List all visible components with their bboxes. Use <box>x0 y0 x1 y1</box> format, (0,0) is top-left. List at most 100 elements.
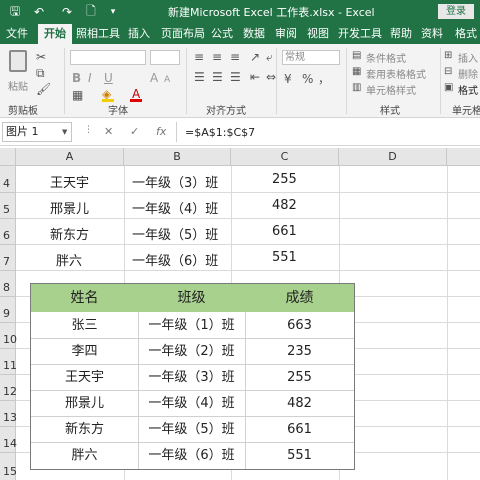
cell-class[interactable]: 一年级（5）班 <box>132 224 218 243</box>
enter-icon[interactable]: ✓ <box>130 125 139 138</box>
row-number: 9 <box>3 307 10 320</box>
increase-font-icon[interactable]: A <box>150 71 158 85</box>
tab-picture-tools[interactable]: 照相工具 <box>76 24 120 44</box>
underline-button[interactable]: U <box>104 71 113 85</box>
cell-name[interactable]: 王天宇 <box>50 172 89 191</box>
paste-label: 粘贴 <box>8 82 28 93</box>
cell-name[interactable]: 新东方 <box>50 224 89 243</box>
bold-button[interactable]: B <box>72 71 81 85</box>
picture-cell-name: 邢景儿 <box>64 396 104 411</box>
conditional-format-button[interactable]: 条件格式 <box>366 50 406 65</box>
cut-icon[interactable]: ✂ <box>36 50 46 64</box>
tab-review[interactable]: 审阅 <box>272 24 300 44</box>
picture-header-name: 姓名 <box>70 290 99 306</box>
select-all-corner[interactable] <box>0 148 16 166</box>
delete-cells-button[interactable]: 删除 <box>458 66 478 81</box>
decrease-indent-icon[interactable]: ⇤ <box>250 70 260 84</box>
row-header[interactable]: 15 <box>0 453 17 480</box>
cell-name[interactable]: 胖六 <box>56 250 82 269</box>
column-header-d[interactable]: D <box>339 148 447 166</box>
row-header[interactable]: 9 <box>0 297 16 323</box>
copy-icon[interactable]: ⧉ <box>36 66 45 80</box>
align-left-icon[interactable]: ☰ <box>194 70 205 84</box>
row-header[interactable]: 4 <box>0 166 16 193</box>
row-header[interactable]: 7 <box>0 245 16 271</box>
cell-name[interactable]: 邢景儿 <box>50 198 89 217</box>
insert-cells-button[interactable]: 插入 <box>458 50 478 65</box>
currency-icon[interactable]: ¥ <box>284 72 292 86</box>
save-icon[interactable]: 🖫 <box>6 3 24 21</box>
italic-button[interactable]: I <box>88 71 92 85</box>
name-box-dropdown-icon[interactable]: ▼ <box>62 128 67 136</box>
row-header[interactable]: 12 <box>0 375 17 401</box>
tab-developer[interactable]: 开发工具 <box>336 24 384 44</box>
format-as-table-button[interactable]: 套用表格格式 <box>366 66 426 81</box>
paste-button[interactable]: 粘贴 <box>6 48 32 96</box>
font-size-select[interactable] <box>150 50 180 65</box>
column-header-a[interactable]: A <box>16 148 124 166</box>
orientation-icon[interactable]: ↗ <box>250 50 260 64</box>
gridline <box>16 244 480 245</box>
wrap-text-icon[interactable]: ⤶ <box>266 50 273 64</box>
number-format-select[interactable]: 常规 <box>282 50 340 65</box>
row-header[interactable]: 6 <box>0 219 16 245</box>
tab-page-layout[interactable]: 页面布局 <box>160 24 206 44</box>
tab-formulas[interactable]: 公式 <box>208 24 236 44</box>
cell-class[interactable]: 一年级（6）班 <box>132 250 218 269</box>
border-icon[interactable]: ▦ <box>72 88 83 102</box>
align-middle-icon[interactable]: ≡ <box>212 50 222 64</box>
align-top-icon[interactable]: ≡ <box>194 50 204 64</box>
format-painter-icon[interactable]: 🖌 <box>36 82 51 96</box>
column-header-e[interactable] <box>447 148 480 166</box>
picture-cell-score: 235 <box>287 344 312 359</box>
tab-file[interactable]: 文件 <box>2 24 32 44</box>
row-header[interactable]: 14 <box>0 427 17 453</box>
percent-icon[interactable]: % <box>302 72 313 86</box>
tab-insert[interactable]: 插入 <box>124 24 154 44</box>
merge-center-icon[interactable]: ⇔ <box>266 70 276 84</box>
align-right-icon[interactable]: ☰ <box>230 70 241 84</box>
tab-view[interactable]: 视图 <box>304 24 332 44</box>
tab-help[interactable]: 帮助 <box>386 24 416 44</box>
pasted-table-picture[interactable]: 姓名 班级 成绩 张三 一年级（1）班 663 李四 一年级（2）班 235 王… <box>30 283 355 470</box>
formula-bar: 图片 1 ▼ ⋮ ✕ ✓ fx =$A$1:$C$7 <box>0 118 480 146</box>
picture-cell-score: 661 <box>287 422 312 437</box>
redo-icon[interactable]: ↷ <box>58 3 76 21</box>
group-label-cells: 单元格 <box>452 106 480 117</box>
login-button[interactable]: 登录 <box>438 4 474 19</box>
cell-class[interactable]: 一年级（4）班 <box>132 198 218 217</box>
format-cells-button[interactable]: 格式 <box>458 82 478 97</box>
align-center-icon[interactable]: ☰ <box>212 70 223 84</box>
new-file-icon[interactable]: 🗋 <box>82 3 100 21</box>
row-header[interactable]: 8 <box>0 271 16 297</box>
tab-format[interactable]: 格式 <box>452 24 480 44</box>
font-family-select[interactable] <box>70 50 146 65</box>
row-header[interactable]: 10 <box>0 323 17 349</box>
row-header[interactable]: 5 <box>0 193 16 219</box>
insert-function-icon[interactable]: fx <box>156 125 166 138</box>
align-bottom-icon[interactable]: ≡ <box>230 50 240 64</box>
customize-toolbar-icon[interactable]: ▾ <box>104 3 122 21</box>
group-divider <box>276 48 277 114</box>
column-header-c[interactable]: C <box>231 148 339 166</box>
decrease-font-icon[interactable]: A <box>164 73 170 87</box>
cell-class[interactable]: 一年级（3）班 <box>132 172 218 191</box>
row-header[interactable]: 11 <box>0 349 17 375</box>
cell-score[interactable]: 255 <box>272 172 297 187</box>
cancel-icon[interactable]: ✕ <box>104 125 113 138</box>
comma-style-icon[interactable]: ， <box>318 72 330 86</box>
undo-icon[interactable]: ↶ <box>30 3 48 21</box>
column-header-b[interactable]: B <box>124 148 231 166</box>
formula-divider <box>176 122 177 142</box>
cell-score[interactable]: 551 <box>272 250 297 265</box>
group-divider <box>186 48 187 114</box>
cell-score[interactable]: 482 <box>272 198 297 213</box>
cell-styles-button[interactable]: 单元格样式 <box>366 82 416 97</box>
formula-input[interactable]: =$A$1:$C$7 <box>185 126 255 139</box>
tab-resources[interactable]: 资料 <box>418 24 446 44</box>
tab-data[interactable]: 数据 <box>240 24 268 44</box>
picture-cell-class: 一年级（2）班 <box>148 344 235 359</box>
row-header[interactable]: 13 <box>0 401 17 427</box>
tab-home[interactable]: 开始 <box>38 24 72 44</box>
cell-score[interactable]: 661 <box>272 224 297 239</box>
